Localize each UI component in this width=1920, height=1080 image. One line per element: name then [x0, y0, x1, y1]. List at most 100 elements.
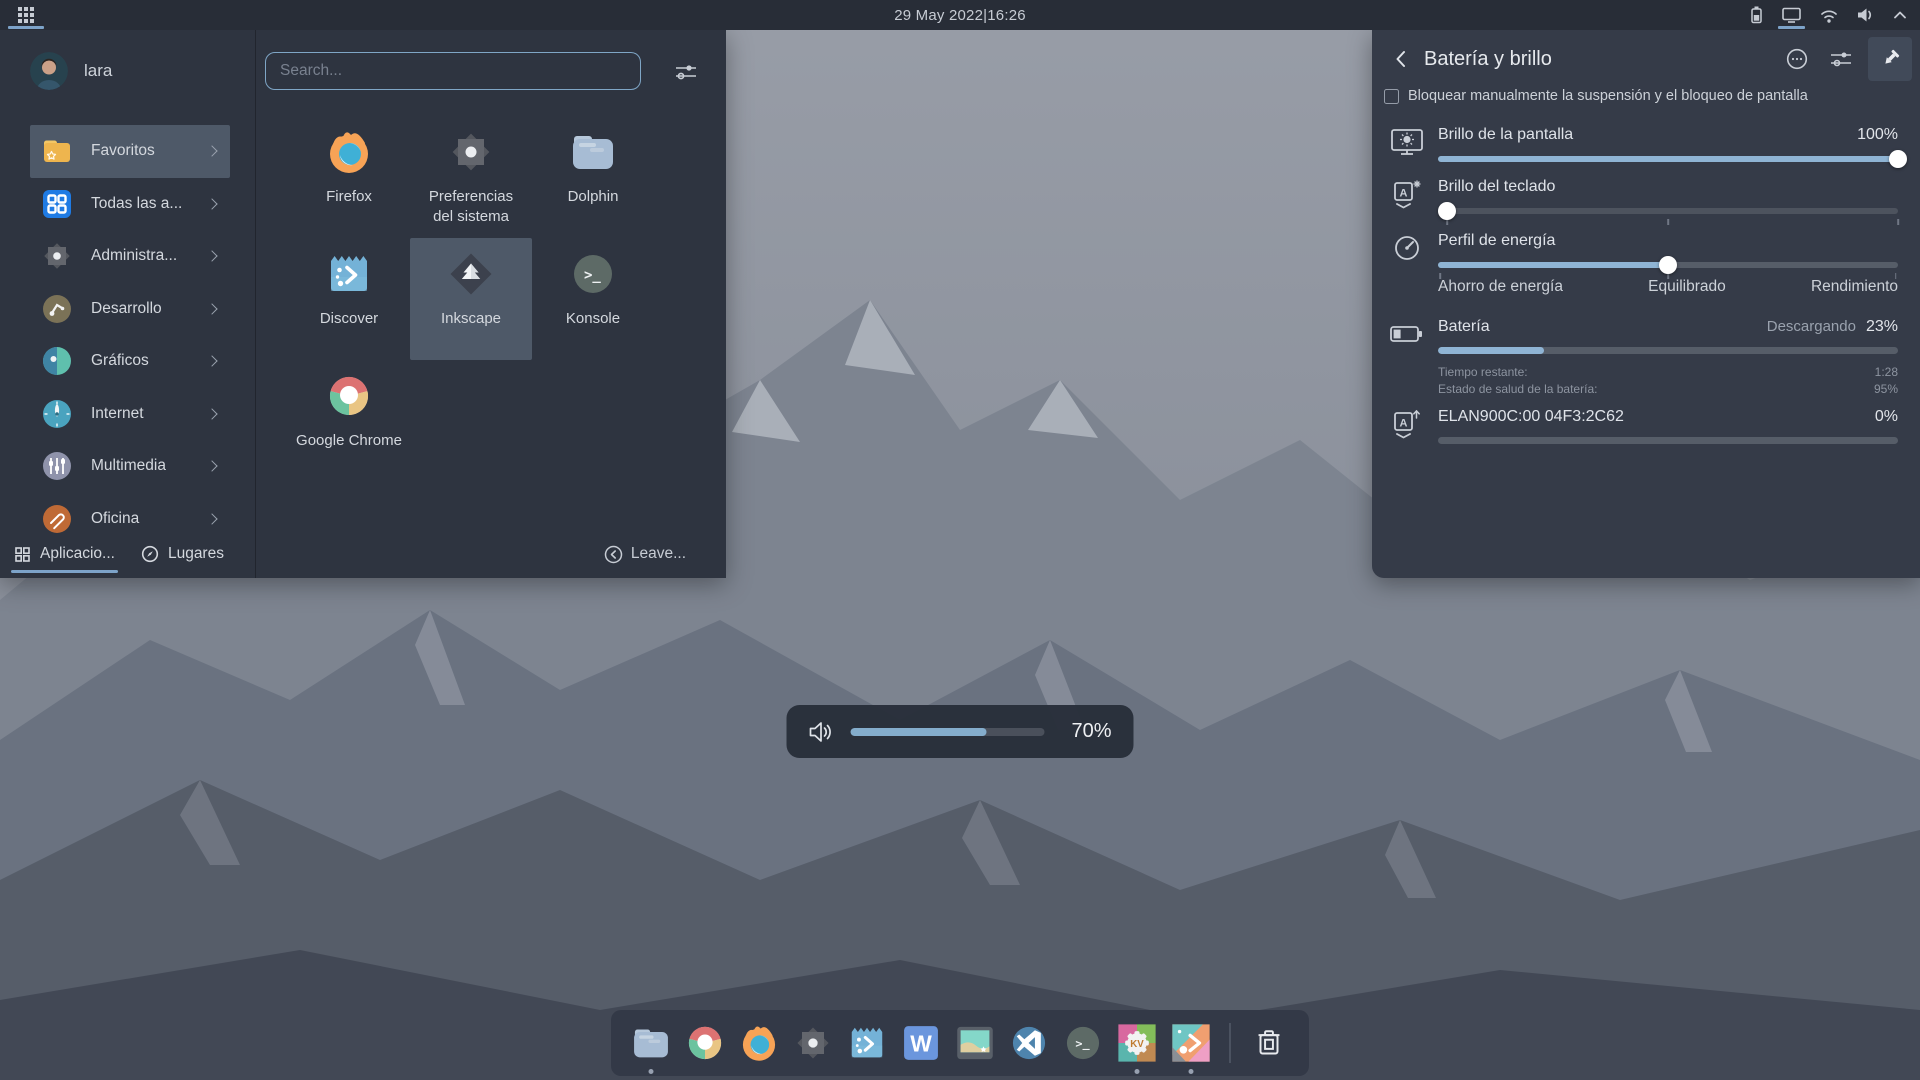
peripheral-percent: 0% [1875, 408, 1898, 426]
konsole-icon [1061, 1021, 1105, 1065]
application-launcher-button[interactable] [0, 0, 52, 30]
leave-icon [604, 545, 623, 564]
keyboard-brightness-row: A Brillo del teclado [1388, 178, 1898, 214]
leave-button[interactable]: Leave... [604, 545, 712, 564]
system-settings-icon [445, 126, 497, 178]
wifi-tray-icon[interactable] [1817, 0, 1841, 30]
screen-brightness-value: 100% [1857, 126, 1898, 144]
ellipsis-circle-icon [1785, 47, 1809, 71]
user-row[interactable]: lara [30, 52, 112, 90]
pin-button[interactable] [1868, 37, 1912, 81]
dock-item-arrow-app[interactable] [1169, 1021, 1213, 1065]
battery-health-label: Estado de salud de la batería: [1438, 381, 1597, 398]
power-profile-slider[interactable] [1438, 262, 1898, 268]
category-label: Desarrollo [91, 300, 208, 318]
app-label: Konsole [540, 309, 646, 329]
power-profile-row: Perfil de energía Ahorro de energía Equi… [1388, 232, 1898, 296]
sidebar-item-administracion[interactable]: Administra... [30, 230, 230, 283]
category-label: Oficina [91, 510, 208, 528]
dock-item-konsole[interactable] [1061, 1021, 1105, 1065]
checkbox-unchecked[interactable] [1384, 89, 1399, 104]
volume-tray-icon[interactable] [1854, 0, 1877, 30]
app-google-chrome[interactable]: Google Chrome [288, 360, 410, 482]
volume-osd-value: 70% [1060, 720, 1112, 743]
back-button[interactable] [1386, 44, 1416, 74]
dock-separator [1229, 1023, 1231, 1063]
app-grid-icon [15, 4, 37, 26]
sidebar-item-desarrollo[interactable]: Desarrollo [30, 283, 230, 336]
compass-icon [141, 545, 159, 563]
app-dolphin[interactable]: Dolphin [532, 116, 654, 238]
dock-item-writer[interactable] [899, 1021, 943, 1065]
battery-tray-icon[interactable] [1747, 0, 1766, 30]
dock-item-dolphin[interactable] [629, 1021, 673, 1065]
firefox-icon [323, 126, 375, 178]
app-preferencias-del-sistema[interactable]: Preferencias del sistema [410, 116, 532, 238]
battery-brightness-panel: Batería y brillo [1372, 30, 1920, 578]
chevron-right-icon [206, 198, 217, 209]
dock-item-kvantum[interactable] [1115, 1021, 1159, 1065]
filter-options-button[interactable] [671, 58, 701, 86]
slider-handle[interactable] [1889, 150, 1907, 168]
peripheral-row: A ELAN900C:00 04F3:2C62 0% [1388, 408, 1898, 444]
dock-item-trash[interactable] [1247, 1021, 1291, 1065]
configure-button[interactable] [1824, 42, 1858, 76]
screen-brightness-slider[interactable] [1438, 156, 1898, 162]
chevron-right-icon [206, 356, 217, 367]
volume-osd: 70% [787, 705, 1134, 758]
sidebar-item-multimedia[interactable]: Multimedia [30, 440, 230, 493]
peripheral-label: ELAN900C:00 04F3:2C62 [1438, 408, 1875, 426]
running-indicator [1189, 1069, 1194, 1074]
favorites-folder-icon [40, 134, 74, 168]
battery-details: Tiempo restante: 1:28 Estado de salud de… [1438, 364, 1898, 398]
slider-handle[interactable] [1438, 202, 1456, 220]
chevron-right-icon [206, 461, 217, 472]
dock-item-chrome[interactable] [683, 1021, 727, 1065]
checkbox-label: Bloquear manualmente la suspensión y el … [1408, 88, 1808, 104]
dock-item-discover[interactable] [845, 1021, 889, 1065]
dock-item-firefox[interactable] [737, 1021, 781, 1065]
desktop: 29 May 2022|16:26 [0, 0, 1920, 1080]
status-and-notifications-button[interactable] [1780, 42, 1814, 76]
peripheral-progressbar [1438, 437, 1898, 444]
chrome-icon [323, 370, 375, 422]
app-label: Discover [296, 309, 402, 329]
profile-option-rendimiento[interactable]: Rendimiento [1811, 278, 1898, 296]
launcher-tabs-bar: Aplicacio... Lugares Leave... [0, 530, 726, 578]
search-input[interactable] [265, 52, 641, 90]
keyboard-brightness-slider[interactable] [1438, 208, 1898, 214]
power-profile-options: Ahorro de energía Equilibrado Rendimient… [1438, 278, 1898, 296]
dock-item-system-settings[interactable] [791, 1021, 835, 1065]
chevron-right-icon [206, 303, 217, 314]
profile-option-equilibrado[interactable]: Equilibrado [1563, 278, 1811, 296]
app-discover[interactable]: Discover [288, 238, 410, 360]
app-firefox[interactable]: Firefox [288, 116, 410, 238]
category-label: Todas las a... [91, 195, 208, 213]
panel-title: Batería y brillo [1424, 48, 1552, 71]
launcher-active-indicator [8, 26, 44, 29]
administration-gear-icon [40, 239, 74, 273]
sidebar-item-graficos[interactable]: Gráficos [30, 335, 230, 388]
profile-option-ahorro[interactable]: Ahorro de energía [1438, 278, 1563, 296]
slider-handle[interactable] [1659, 256, 1677, 274]
sidebar-item-favoritos[interactable]: Favoritos [30, 125, 230, 178]
tab-aplicaciones[interactable]: Aplicacio... [14, 530, 115, 578]
dock-item-vscode[interactable] [1007, 1021, 1051, 1065]
dock-item-image-viewer[interactable] [953, 1021, 997, 1065]
digital-clock[interactable]: 29 May 2022|16:26 [894, 7, 1026, 24]
sidebar-item-todas-las-aplicaciones[interactable]: Todas las a... [30, 178, 230, 231]
app-label: Dolphin [540, 187, 646, 207]
category-label: Favoritos [91, 142, 208, 160]
user-avatar [30, 52, 68, 90]
tray-expand-chevron-icon[interactable] [1890, 0, 1910, 30]
app-konsole[interactable]: Konsole [532, 238, 654, 360]
manual-block-checkbox-row[interactable]: Bloquear manualmente la suspensión y el … [1384, 88, 1808, 104]
sidebar-item-internet[interactable]: Internet [30, 388, 230, 441]
app-inkscape[interactable]: Inkscape [410, 238, 532, 360]
display-tray-icon[interactable] [1779, 0, 1804, 30]
time-remaining-value: 1:28 [1875, 364, 1898, 381]
tab-lugares[interactable]: Lugares [141, 530, 224, 578]
display-active-indicator [1778, 26, 1805, 29]
screen-brightness-icon [1388, 124, 1426, 160]
chevron-right-icon [206, 513, 217, 524]
